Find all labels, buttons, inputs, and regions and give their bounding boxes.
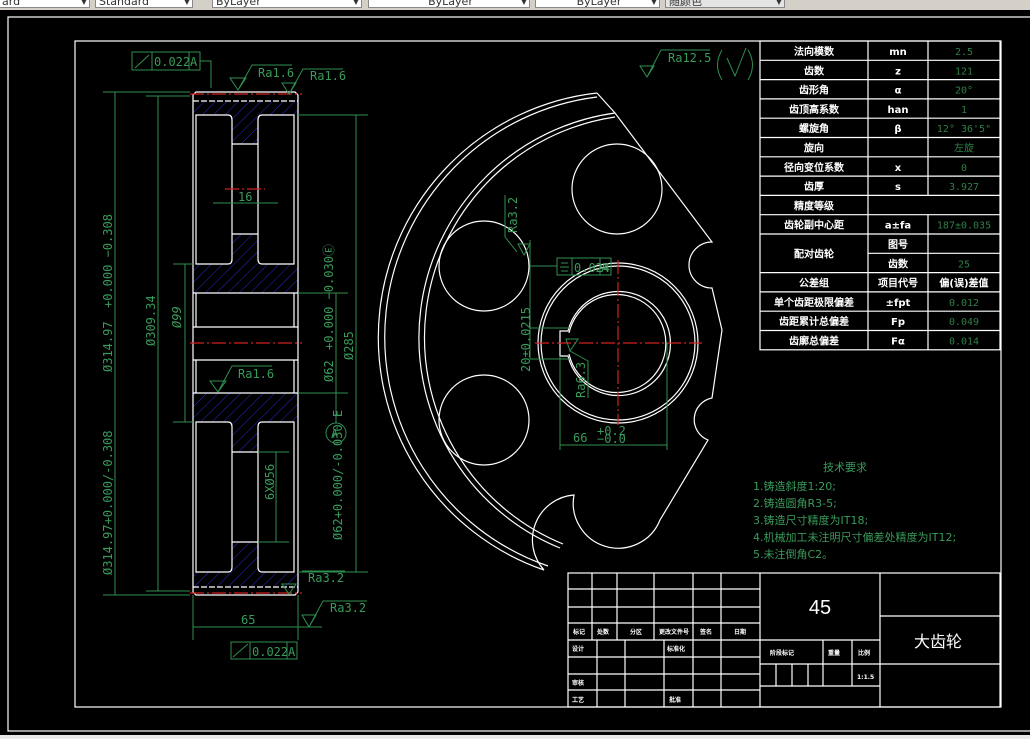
material: 45: [809, 597, 831, 619]
dim-face-width: 65: [241, 613, 255, 627]
label-review: 审核: [572, 679, 584, 687]
svg-text:Ra3.2: Ra3.2: [330, 601, 366, 615]
label-scale: 比例: [858, 649, 870, 657]
param-value: 0.012: [949, 298, 979, 309]
param-symbol: 项目代号: [878, 277, 918, 290]
label-mark: 标记: [572, 628, 585, 636]
requirement-item: 3.铸造尺寸精度为IT18;: [753, 513, 868, 527]
param-symbol: ±fpt: [886, 298, 911, 309]
param-symbol: β: [894, 124, 901, 135]
param-symbol: a±fa: [885, 221, 911, 232]
param-name: 齿廓总偏差: [789, 335, 839, 348]
dim-bore-diameter: Ø62: [322, 360, 336, 382]
dim-root-diameter: Ø285: [342, 331, 356, 360]
svg-text:A: A: [288, 645, 296, 659]
dim-web-thickness: 16: [238, 190, 252, 204]
param-value: 0.014: [949, 337, 979, 348]
requirement-item: 4.机械加工未注明尺寸偏差处精度为IT12;: [753, 530, 956, 544]
dim-hub-diameter: Ø99: [170, 306, 184, 328]
param-name: 精度等级: [794, 199, 835, 212]
requirement-item: 5.未注倒角C2。: [753, 547, 833, 561]
label-date: 日期: [734, 628, 746, 636]
label-sign: 签名: [699, 628, 712, 636]
label-stage: 阶段标记: [770, 649, 794, 657]
param-value: 25: [958, 259, 970, 270]
dim-bore-tol: +0.000 −0.030Ⓔ: [322, 244, 336, 350]
param-symbol: han: [888, 105, 909, 116]
label-weight: 重量: [828, 649, 840, 657]
param-value: 12° 36'5": [937, 124, 991, 135]
param-name: 配对齿轮: [794, 247, 834, 260]
label-change-doc: 更改文件号: [659, 628, 689, 636]
param-symbol: z: [895, 66, 901, 77]
param-name: 齿距累计总偏差: [779, 315, 849, 328]
param-value: 187±0.035: [937, 221, 991, 232]
requirement-item: 1.铸造斜度1:20;: [753, 479, 836, 493]
svg-text:Ra1.6: Ra1.6: [258, 66, 294, 80]
param-value: 偏(误)差值: [939, 277, 988, 290]
datum-label: A: [331, 427, 339, 441]
param-name: 法向模数: [794, 45, 835, 58]
param-value: 2.5: [955, 47, 973, 58]
dim-keyway-depth-lower: −0.0: [597, 432, 626, 446]
param-symbol: Fp: [891, 317, 905, 328]
drawing-canvas[interactable]: Ø314.97 +0.000 −0.308 Ø314.97+0.000/-0.3…: [0, 0, 1030, 735]
dim-keyway-width: 20±0.0215: [519, 307, 533, 372]
param-symbol: 图号: [888, 239, 908, 251]
param-name: 齿轮副中心距: [784, 219, 844, 232]
dim-pitch-diameter: Ø309.34: [144, 295, 158, 346]
svg-text:Ra1.6: Ra1.6: [310, 69, 346, 83]
svg-text:A: A: [190, 55, 198, 69]
label-zone: 分区: [630, 628, 642, 636]
svg-text:Ra12.5: Ra12.5: [668, 51, 711, 65]
param-value: 0.049: [949, 317, 979, 328]
dim-holes: 6XØ56: [263, 464, 277, 500]
label-process: 工艺: [572, 696, 584, 704]
svg-text:A: A: [601, 261, 609, 275]
param-symbol: Fα: [891, 337, 905, 348]
param-name: 旋向: [803, 142, 824, 155]
label-count: 处数: [596, 628, 610, 636]
param-value: 0: [961, 163, 967, 174]
param-name: 螺旋角: [799, 122, 829, 135]
dim-outer-diameter-full: Ø314.97+0.000/-0.308: [101, 431, 115, 576]
label-design: 设计: [572, 645, 584, 653]
param-name: 齿数: [804, 64, 825, 77]
param-value: 121: [955, 66, 973, 77]
param-name: 齿形角: [799, 84, 829, 97]
param-symbol: mn: [889, 47, 907, 58]
param-value: 1: [961, 105, 967, 116]
param-symbol: x: [895, 163, 902, 174]
dim-keyway-depth: 66: [573, 431, 587, 445]
param-value: 20°: [955, 86, 973, 97]
param-symbol: s: [895, 182, 901, 193]
param-symbol: α: [895, 86, 902, 97]
param-value: 3.927: [949, 182, 979, 193]
requirements-title: 技术要求: [823, 461, 867, 474]
param-name: 径向变位系数: [784, 161, 845, 174]
dim-outer-diameter-tol: +0.000 −0.308: [101, 214, 115, 308]
param-symbol: 齿数: [888, 257, 909, 270]
param-name: 齿顶高系数: [789, 103, 840, 116]
param-value: 左旋: [954, 142, 974, 155]
requirement-item: 2.铸造圆角R3-5;: [753, 496, 837, 510]
scale-value: 1:1.5: [857, 674, 874, 681]
svg-text:Ra6.3: Ra6.3: [574, 362, 588, 398]
svg-text:0.022: 0.022: [154, 55, 190, 69]
svg-text:Ra3.2: Ra3.2: [506, 197, 520, 233]
label-approve: 批准: [669, 696, 681, 704]
param-name: 单个齿距极限偏差: [774, 296, 854, 309]
param-name: 公差组: [799, 277, 829, 290]
dim-outer-diameter: Ø314.97: [101, 321, 115, 372]
status-bar: [0, 735, 1030, 739]
part-name: 大齿轮: [914, 632, 962, 651]
svg-text:0.022: 0.022: [252, 645, 288, 659]
svg-text:Ra3.2: Ra3.2: [308, 571, 344, 585]
label-standardize: 标准化: [666, 645, 685, 653]
param-name: 齿厚: [804, 180, 824, 193]
svg-text:Ra1.6: Ra1.6: [238, 367, 274, 381]
